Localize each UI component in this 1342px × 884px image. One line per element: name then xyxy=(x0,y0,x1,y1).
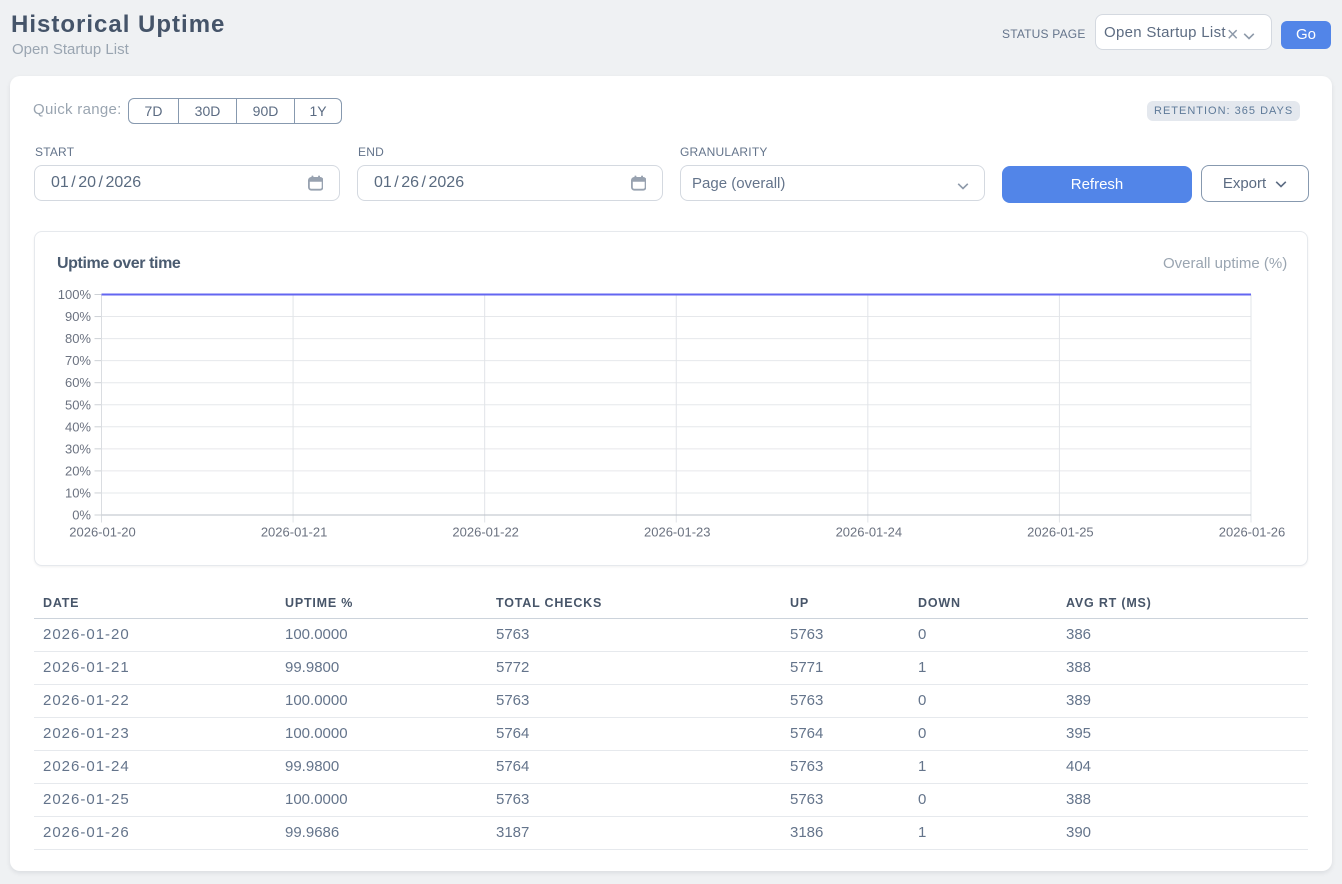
svg-text:2026-01-24: 2026-01-24 xyxy=(836,525,903,540)
svg-text:2026-01-22: 2026-01-22 xyxy=(452,525,519,540)
svg-text:2026-01-25: 2026-01-25 xyxy=(1027,525,1094,540)
svg-text:100%: 100% xyxy=(58,287,92,302)
svg-text:60%: 60% xyxy=(65,375,91,390)
svg-text:0%: 0% xyxy=(72,508,91,523)
svg-text:2026-01-26: 2026-01-26 xyxy=(1219,525,1286,540)
svg-text:80%: 80% xyxy=(65,331,91,346)
svg-text:40%: 40% xyxy=(65,419,91,434)
svg-text:2026-01-20: 2026-01-20 xyxy=(69,525,136,540)
svg-text:50%: 50% xyxy=(65,397,91,412)
svg-text:20%: 20% xyxy=(65,463,91,478)
svg-text:30%: 30% xyxy=(65,441,91,456)
svg-text:10%: 10% xyxy=(65,485,91,500)
svg-text:2026-01-21: 2026-01-21 xyxy=(261,525,328,540)
svg-text:2026-01-23: 2026-01-23 xyxy=(644,525,711,540)
svg-text:90%: 90% xyxy=(65,309,91,324)
svg-text:70%: 70% xyxy=(65,353,91,368)
